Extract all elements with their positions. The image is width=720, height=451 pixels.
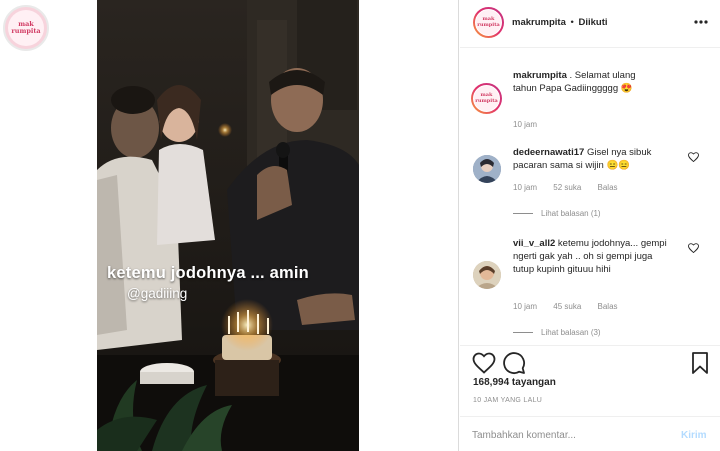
comment-bubble-icon[interactable] — [502, 351, 526, 375]
like-comment-heart-icon[interactable] — [688, 243, 699, 253]
comment-meta: 10 jam 52 suka Balas — [513, 183, 632, 192]
header-separator: • — [570, 17, 574, 28]
replies-divider — [513, 213, 533, 214]
comment-username[interactable]: dedeernawati17 — [513, 147, 584, 158]
post-comment-button[interactable]: Kirim — [681, 430, 707, 441]
more-horizontal-icon — [694, 20, 708, 24]
comment-likes[interactable]: 52 suka — [553, 183, 581, 192]
add-comment-form: Kirim — [460, 416, 720, 451]
comment-meta: 10 jam — [513, 120, 551, 129]
comment-time[interactable]: 10 jam — [513, 120, 537, 129]
brand-logo-text: mak rumpita — [8, 10, 44, 46]
reply-button[interactable]: Balas — [598, 302, 618, 311]
comments-list: mak rumpita makrumpita . Selamat ulang t… — [460, 49, 720, 345]
comment-time[interactable]: 10 jam — [513, 183, 537, 192]
view-replies-button[interactable]: Lihat balasan (1) — [513, 209, 601, 218]
post-panel: mak rumpita makrumpita • Diikuti mak rum… — [460, 0, 720, 451]
comment-avatar[interactable]: mak rumpita — [471, 83, 502, 114]
post-author-username[interactable]: makrumpita — [512, 17, 566, 28]
view-count[interactable]: 168,994 tayangan — [473, 377, 556, 388]
comment-likes[interactable]: 45 suka — [553, 302, 581, 311]
post-author-line: makrumpita • Diikuti — [512, 17, 608, 28]
view-replies-label: Lihat balasan (1) — [541, 209, 601, 218]
bookmark-icon[interactable] — [688, 351, 712, 375]
video-player[interactable]: ketemu jodohnya ... amin @gadiiing — [97, 0, 359, 451]
comment-text: vii_v_all2 ketemu jodohnya... gempi nger… — [513, 237, 673, 276]
like-heart-icon[interactable] — [472, 351, 496, 375]
comment-avatar-text: mak rumpita — [473, 85, 500, 112]
comment-emoji: 😑😑 — [606, 160, 631, 171]
video-caption: ketemu jodohnya ... amin — [107, 264, 309, 282]
brand-logo[interactable]: mak rumpita — [3, 5, 49, 51]
video-frame — [97, 0, 359, 451]
author-avatar-text: mak rumpita — [475, 9, 502, 36]
comment-avatar[interactable] — [473, 261, 501, 289]
media-area: mak rumpita ketemu jodohnya ... amin @ga… — [0, 0, 459, 451]
follow-status-button[interactable]: Diikuti — [578, 17, 607, 28]
view-replies-button[interactable]: Lihat balasan (3) — [513, 328, 601, 337]
comment-emoji: 😍 — [620, 83, 633, 94]
comment-text: dedeernawati17 Gisel nya sibuk pacaran s… — [513, 146, 688, 172]
like-comment-heart-icon[interactable] — [688, 152, 699, 162]
comment-username[interactable]: vii_v_all2 — [513, 238, 555, 249]
comment-meta: 10 jam 45 suka Balas — [513, 302, 632, 311]
comment-text: makrumpita . Selamat ulang tahun Papa Ga… — [513, 69, 643, 95]
comment-username[interactable]: makrumpita — [513, 70, 567, 81]
view-replies-label: Lihat balasan (3) — [541, 328, 601, 337]
replies-divider — [513, 332, 533, 333]
user-photo-icon — [473, 261, 501, 289]
comment-time[interactable]: 10 jam — [513, 302, 537, 311]
post-timestamp[interactable]: 10 JAM YANG LALU — [473, 397, 542, 404]
comment-input[interactable] — [472, 426, 672, 444]
more-options-button[interactable] — [691, 12, 711, 32]
post-header: mak rumpita makrumpita • Diikuti — [460, 0, 720, 48]
author-avatar[interactable]: mak rumpita — [473, 7, 504, 38]
video-mention: @gadiiing — [127, 286, 188, 301]
user-photo-icon — [473, 155, 501, 183]
comment-avatar[interactable] — [473, 155, 501, 183]
reply-button[interactable]: Balas — [598, 183, 618, 192]
